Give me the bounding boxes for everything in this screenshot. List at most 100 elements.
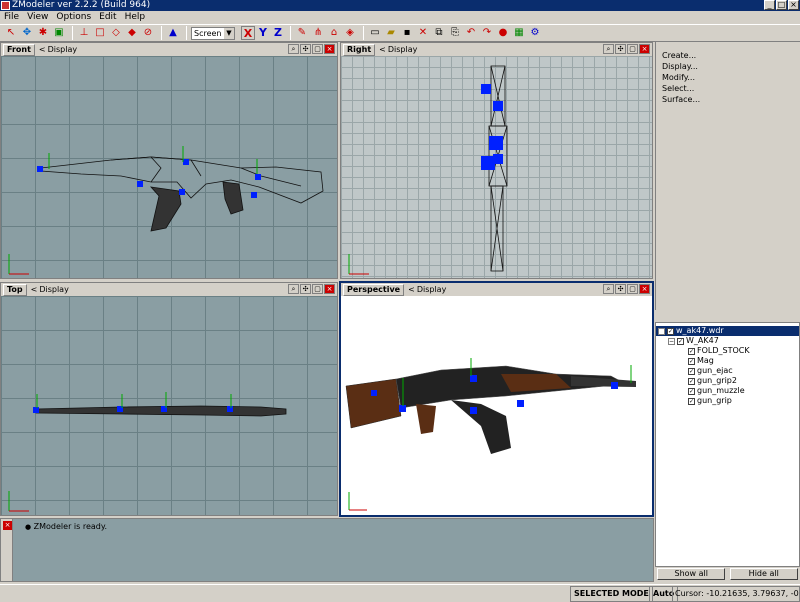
- checkbox-icon[interactable]: ✓: [688, 347, 695, 355]
- cube-tool-icon[interactable]: ◇: [109, 26, 123, 40]
- view-mode-select[interactable]: Screen ▼: [191, 26, 235, 40]
- checkbox-icon[interactable]: ✓: [677, 337, 684, 345]
- undo-icon[interactable]: ↶: [464, 26, 478, 40]
- tree-item[interactable]: ✓ gun_muzzle: [656, 386, 799, 396]
- tree-group[interactable]: − ✓ W_AK47: [656, 336, 799, 346]
- texture-icon[interactable]: ▦: [512, 26, 526, 40]
- axis-x-button[interactable]: X: [241, 26, 255, 40]
- move-tool-icon[interactable]: ✥: [20, 26, 34, 40]
- viewport-canvas[interactable]: [341, 56, 652, 278]
- menu-options[interactable]: Options: [52, 11, 95, 24]
- save-file-icon[interactable]: ▪: [400, 26, 414, 40]
- cmd-create[interactable]: Create...: [658, 50, 794, 61]
- tree-item[interactable]: ✓ gun_grip: [656, 396, 799, 406]
- show-all-button[interactable]: Show all: [657, 568, 726, 580]
- menu-view[interactable]: View: [23, 11, 52, 24]
- select-tool-icon[interactable]: ↖: [4, 26, 18, 40]
- options-icon[interactable]: ⚙: [528, 26, 542, 40]
- viewport-canvas[interactable]: [341, 296, 652, 515]
- viewport-front[interactable]: Front < Display ⌕ ✣ ▢ ×: [0, 42, 338, 279]
- tool-icon-1[interactable]: ✎: [295, 26, 309, 40]
- close-icon[interactable]: ×: [639, 44, 650, 54]
- tool-icon-2[interactable]: ⋔: [311, 26, 325, 40]
- collapse-icon[interactable]: −: [658, 327, 665, 335]
- viewport-canvas[interactable]: [1, 296, 337, 515]
- tree-item[interactable]: ✓ gun_ejac: [656, 366, 799, 376]
- delete-icon[interactable]: ✕: [416, 26, 430, 40]
- close-icon[interactable]: ×: [324, 44, 335, 54]
- checkbox-icon[interactable]: ✓: [688, 377, 695, 385]
- new-file-icon[interactable]: ▭: [368, 26, 382, 40]
- hide-all-button[interactable]: Hide all: [729, 568, 798, 580]
- minimize-button[interactable]: _: [764, 0, 775, 10]
- tool-icon-4[interactable]: ◈: [343, 26, 357, 40]
- viewport-display-label[interactable]: Display: [37, 285, 69, 294]
- viewport-top[interactable]: Top < Display ⌕ ✣ ▢ ×: [0, 282, 338, 516]
- tree-root[interactable]: − ✓ w_ak47.wdr: [656, 326, 799, 336]
- menu-file[interactable]: File: [0, 11, 23, 24]
- maximize-icon[interactable]: ▢: [627, 284, 638, 294]
- render-icon[interactable]: ●: [496, 26, 510, 40]
- paste-icon[interactable]: ⎘: [448, 26, 462, 40]
- maximize-icon[interactable]: ▢: [627, 44, 638, 54]
- copy-icon[interactable]: ⧉: [432, 26, 446, 40]
- color-tool-icon[interactable]: ▲: [166, 26, 180, 40]
- zoom-icon[interactable]: ⌕: [288, 284, 299, 294]
- window-title: ZModeler ver 2.2.2 (Build 964): [12, 0, 151, 10]
- viewport-right[interactable]: Right < Display ⌕ ✣ ▢ ×: [340, 42, 653, 279]
- pan-icon[interactable]: ✣: [615, 284, 626, 294]
- maximize-icon[interactable]: ▢: [312, 44, 323, 54]
- open-file-icon[interactable]: ▰: [384, 26, 398, 40]
- maximize-icon[interactable]: ▢: [312, 284, 323, 294]
- cube2-tool-icon[interactable]: ◆: [125, 26, 139, 40]
- menu-help[interactable]: Help: [121, 11, 150, 24]
- checkbox-icon[interactable]: ✓: [688, 387, 695, 395]
- pan-icon[interactable]: ✣: [615, 44, 626, 54]
- checkbox-icon[interactable]: ✓: [688, 357, 695, 365]
- close-icon[interactable]: ×: [324, 284, 335, 294]
- viewport-perspective[interactable]: Perspective < Display ⌕ ✣ ▢ ×: [339, 281, 654, 517]
- tree-item[interactable]: ✓ Mag: [656, 356, 799, 366]
- checkbox-icon[interactable]: ✓: [688, 367, 695, 375]
- pan-icon[interactable]: ✣: [300, 284, 311, 294]
- axis-y-button[interactable]: Y: [256, 26, 270, 40]
- cmd-display[interactable]: Display...: [658, 61, 794, 72]
- redo-icon[interactable]: ↷: [480, 26, 494, 40]
- cmd-surface[interactable]: Surface...: [658, 94, 794, 105]
- tool-icon-3[interactable]: ⌂: [327, 26, 341, 40]
- cmd-select[interactable]: Select...: [658, 83, 794, 94]
- chevron-left-icon[interactable]: <: [31, 285, 38, 294]
- tree-item[interactable]: ✓ gun_grip2: [656, 376, 799, 386]
- viewport-canvas[interactable]: [1, 56, 337, 278]
- gun-mesh-top: [8, 392, 287, 512]
- viewport-display-label[interactable]: Display: [415, 285, 447, 294]
- collapse-icon[interactable]: −: [668, 337, 675, 345]
- viewport-name: Perspective: [343, 283, 405, 296]
- menu-edit[interactable]: Edit: [95, 11, 120, 24]
- close-button[interactable]: ×: [788, 0, 799, 10]
- chevron-left-icon[interactable]: <: [379, 45, 386, 54]
- chevron-left-icon[interactable]: <: [39, 45, 46, 54]
- axes-tool-icon[interactable]: ⊥: [77, 26, 91, 40]
- no-select-tool-icon[interactable]: ⊘: [141, 26, 155, 40]
- checkbox-icon[interactable]: ✓: [667, 327, 674, 335]
- chevron-left-icon[interactable]: <: [408, 285, 415, 294]
- cmd-modify[interactable]: Modify...: [658, 72, 794, 83]
- zoom-icon[interactable]: ⌕: [603, 284, 614, 294]
- object-tool-icon[interactable]: ▣: [52, 26, 66, 40]
- status-bar: SELECTED MODE Auto Cursor: -10.21635, 3.…: [0, 584, 800, 602]
- box-tool-icon[interactable]: □: [93, 26, 107, 40]
- person-tool-icon[interactable]: ✱: [36, 26, 50, 40]
- zoom-icon[interactable]: ⌕: [288, 44, 299, 54]
- viewport-display-label[interactable]: Display: [46, 45, 78, 54]
- viewport-name: Front: [3, 43, 35, 56]
- viewport-display-label[interactable]: Display: [386, 45, 418, 54]
- close-icon[interactable]: ×: [639, 284, 650, 294]
- close-icon[interactable]: ×: [3, 521, 12, 530]
- maximize-button[interactable]: □: [776, 0, 787, 10]
- pan-icon[interactable]: ✣: [300, 44, 311, 54]
- tree-item[interactable]: ✓ FOLD_STOCK: [656, 346, 799, 356]
- zoom-icon[interactable]: ⌕: [603, 44, 614, 54]
- checkbox-icon[interactable]: ✓: [688, 397, 695, 405]
- axis-z-button[interactable]: Z: [271, 26, 285, 40]
